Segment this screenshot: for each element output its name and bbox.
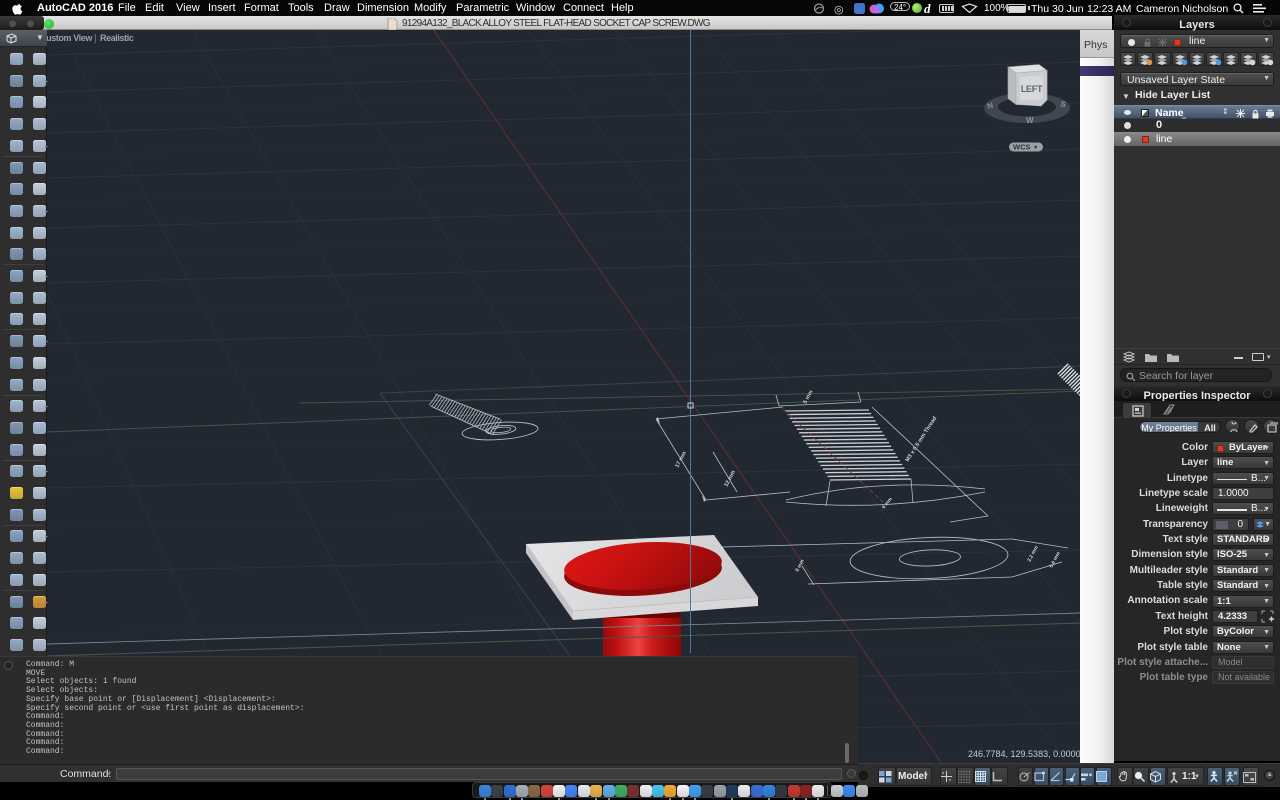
svg-text:5.6 mm: 5.6 mm bbox=[1048, 550, 1062, 569]
svg-text:Custom View: Custom View bbox=[47, 33, 93, 43]
svg-text:Realistic: Realistic bbox=[100, 33, 134, 43]
svg-text:6 mm: 6 mm bbox=[881, 496, 894, 510]
svg-text:|: | bbox=[94, 34, 97, 45]
svg-text:LEFT: LEFT bbox=[1021, 84, 1043, 94]
svg-text:2.2 mm: 2.2 mm bbox=[1026, 544, 1040, 563]
svg-text:M3 x 0.5 mm Thread: M3 x 0.5 mm Thread bbox=[905, 416, 939, 463]
svg-text:▼: ▼ bbox=[1033, 145, 1038, 151]
svg-text:246.7784, 129.5383, 0.0000: 246.7784, 129.5383, 0.0000 bbox=[968, 749, 1080, 759]
svg-text:17 mm: 17 mm bbox=[674, 451, 688, 469]
svg-text:5 mm: 5 mm bbox=[802, 389, 814, 405]
svg-text:WCS: WCS bbox=[1013, 143, 1031, 152]
svg-text:W: W bbox=[1026, 116, 1034, 125]
